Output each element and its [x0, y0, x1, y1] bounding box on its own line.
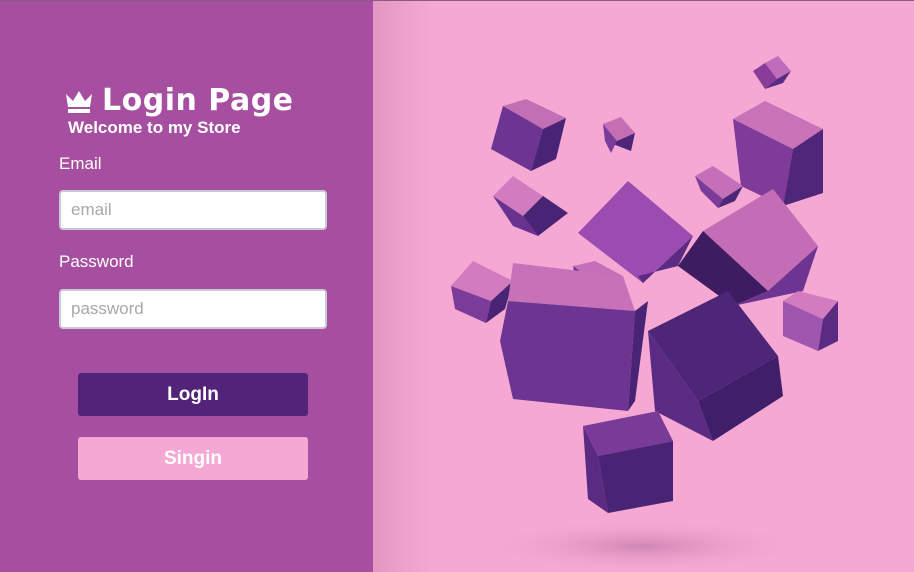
cube [695, 166, 743, 208]
page-subtitle: Welcome to my Store [68, 118, 241, 137]
cube [648, 291, 783, 441]
page-title: Login Page [102, 83, 294, 118]
cube [733, 101, 823, 206]
password-label: Password [59, 252, 134, 271]
floating-cubes-image [451, 56, 838, 572]
page-header: Login Page [64, 84, 294, 118]
email-label: Email [59, 154, 102, 173]
hero-image-panel [373, 1, 914, 572]
cube [583, 411, 673, 513]
cube [451, 261, 513, 323]
login-panel: Login Page Welcome to my Store Email Pas… [0, 1, 373, 572]
cube [493, 176, 568, 236]
login-button[interactable]: LogIn [78, 373, 308, 416]
cube [678, 189, 818, 306]
cube [603, 117, 635, 153]
crown-icon [64, 88, 94, 114]
signin-button[interactable]: Singin [78, 437, 308, 480]
cube [753, 56, 791, 89]
cube [491, 99, 566, 171]
cube [783, 291, 838, 351]
login-page: Login Page Welcome to my Store Email Pas… [0, 0, 914, 572]
cube [500, 263, 648, 411]
password-field[interactable] [59, 289, 327, 329]
email-field[interactable] [59, 190, 327, 230]
